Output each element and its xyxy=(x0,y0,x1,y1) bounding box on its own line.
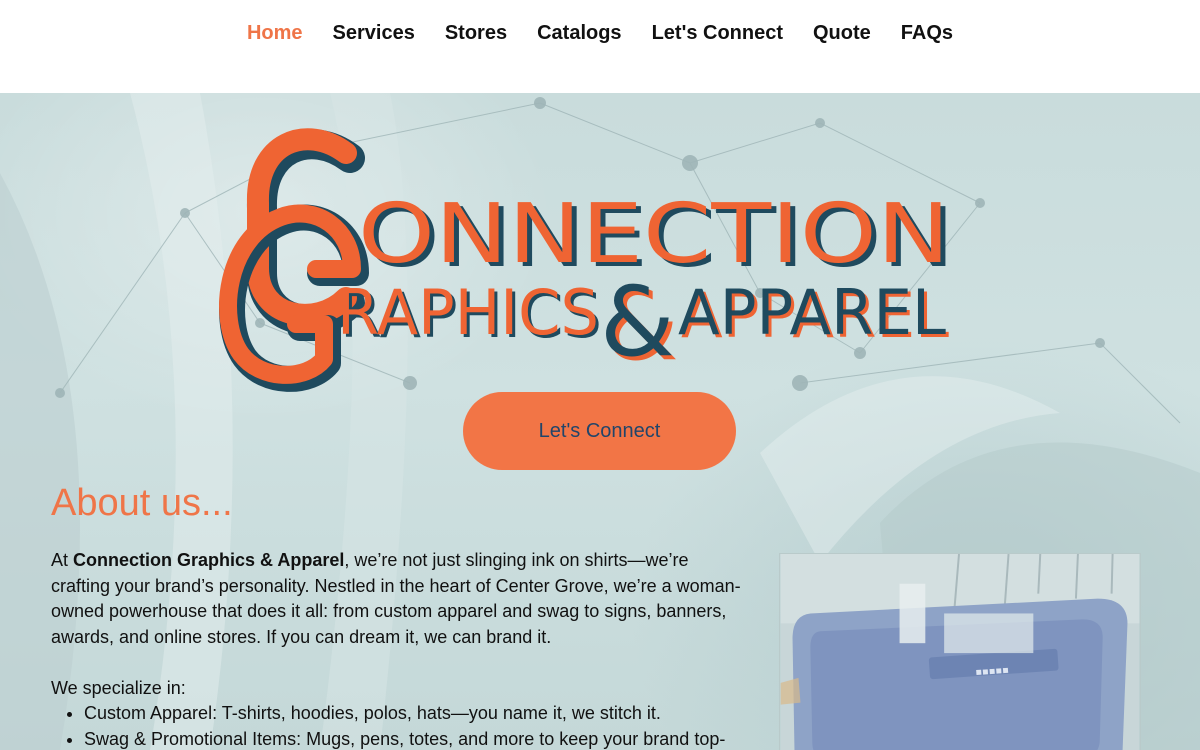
hero-section: ONNECTION ONNECTION RAPHICS RAPHICS & & … xyxy=(0,93,1200,750)
svg-text:▪▪▪▪▪: ▪▪▪▪▪ xyxy=(975,665,1009,678)
list-item: Swag & Promotional Items: Mugs, pens, to… xyxy=(84,727,741,750)
nav-item-stores[interactable]: Stores xyxy=(430,20,522,48)
specialize-intro: We specialize in: xyxy=(51,677,186,698)
company-logo: ONNECTION ONNECTION RAPHICS RAPHICS & & … xyxy=(219,128,955,392)
company-name: Connection Graphics & Apparel xyxy=(73,550,345,570)
nav-item-home[interactable]: Home xyxy=(232,20,318,48)
about-intro-paragraph: At Connection Graphics & Apparel, we’re … xyxy=(51,548,741,650)
nav-item-catalogs[interactable]: Catalogs xyxy=(522,20,636,48)
logo-word-graphics: RAPHICS xyxy=(337,276,599,349)
nav-list: Home Services Stores Catalogs Let's Conn… xyxy=(232,20,968,48)
nav-item-quote[interactable]: Quote xyxy=(798,20,886,48)
specialties-list: Custom Apparel: T-shirts, hoodies, polos… xyxy=(84,701,741,750)
about-intro-prefix: At xyxy=(51,550,74,570)
nav-item-faqs[interactable]: FAQs xyxy=(886,20,968,48)
about-heading: About us... xyxy=(51,482,233,524)
nav-item-services[interactable]: Services xyxy=(318,20,430,48)
list-item: Custom Apparel: T-shirts, hoodies, polos… xyxy=(84,701,741,727)
logo-word-apparel: APPAREL xyxy=(678,276,946,349)
logo-ampersand: & xyxy=(600,266,675,378)
lets-connect-button[interactable]: Let's Connect xyxy=(463,392,736,470)
about-body: At Connection Graphics & Apparel, we’re … xyxy=(51,548,741,750)
nav-item-lets-connect[interactable]: Let's Connect xyxy=(637,20,798,48)
embroidery-machine-image: ▪▪▪▪▪ xyxy=(779,553,1141,750)
top-nav: Home Services Stores Catalogs Let's Conn… xyxy=(0,0,1200,93)
